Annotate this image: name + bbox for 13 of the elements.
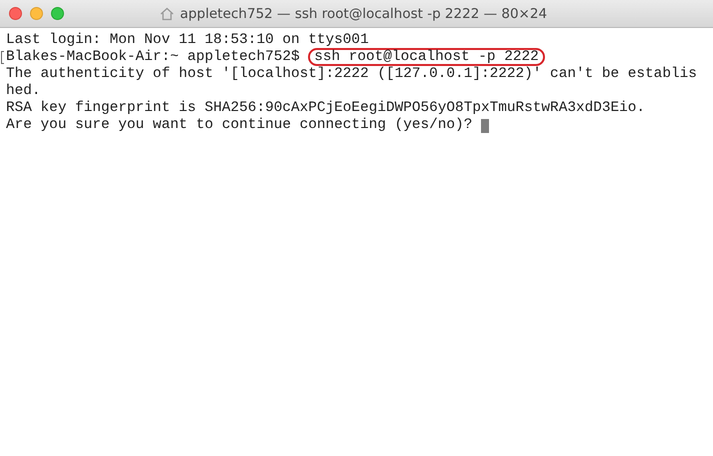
- prompt-mark-icon: [1, 51, 4, 64]
- window-title: appletech752 — ssh root@localhost -p 2222 — 80×24: [180, 6, 548, 22]
- terminal-output: The authenticity of host '[localhost]:2222 ([127.0.0.1]:2222)' can't be establis: [6, 66, 697, 83]
- home-icon: [160, 6, 174, 20]
- terminal-output: Are you sure you want to continue connecting (yes/no)?: [6, 117, 472, 134]
- zoom-button[interactable]: [51, 7, 64, 20]
- shell-prompt: Blakes-MacBook-Air:~ appletech752$: [6, 49, 300, 66]
- minimize-button[interactable]: [30, 7, 43, 20]
- typed-command: ssh root@localhost -p 2222: [308, 48, 545, 66]
- close-button[interactable]: [9, 7, 22, 20]
- terminal-output: RSA key fingerprint is SHA256:90cAxPCjEoEegiDWPO56yO8TpxTmuRstwRA3xdD3Eio.: [6, 100, 646, 117]
- terminal-output: Last login: Mon Nov 11 18:53:10 on ttys001: [6, 32, 369, 49]
- terminal-output: hed.: [6, 83, 41, 100]
